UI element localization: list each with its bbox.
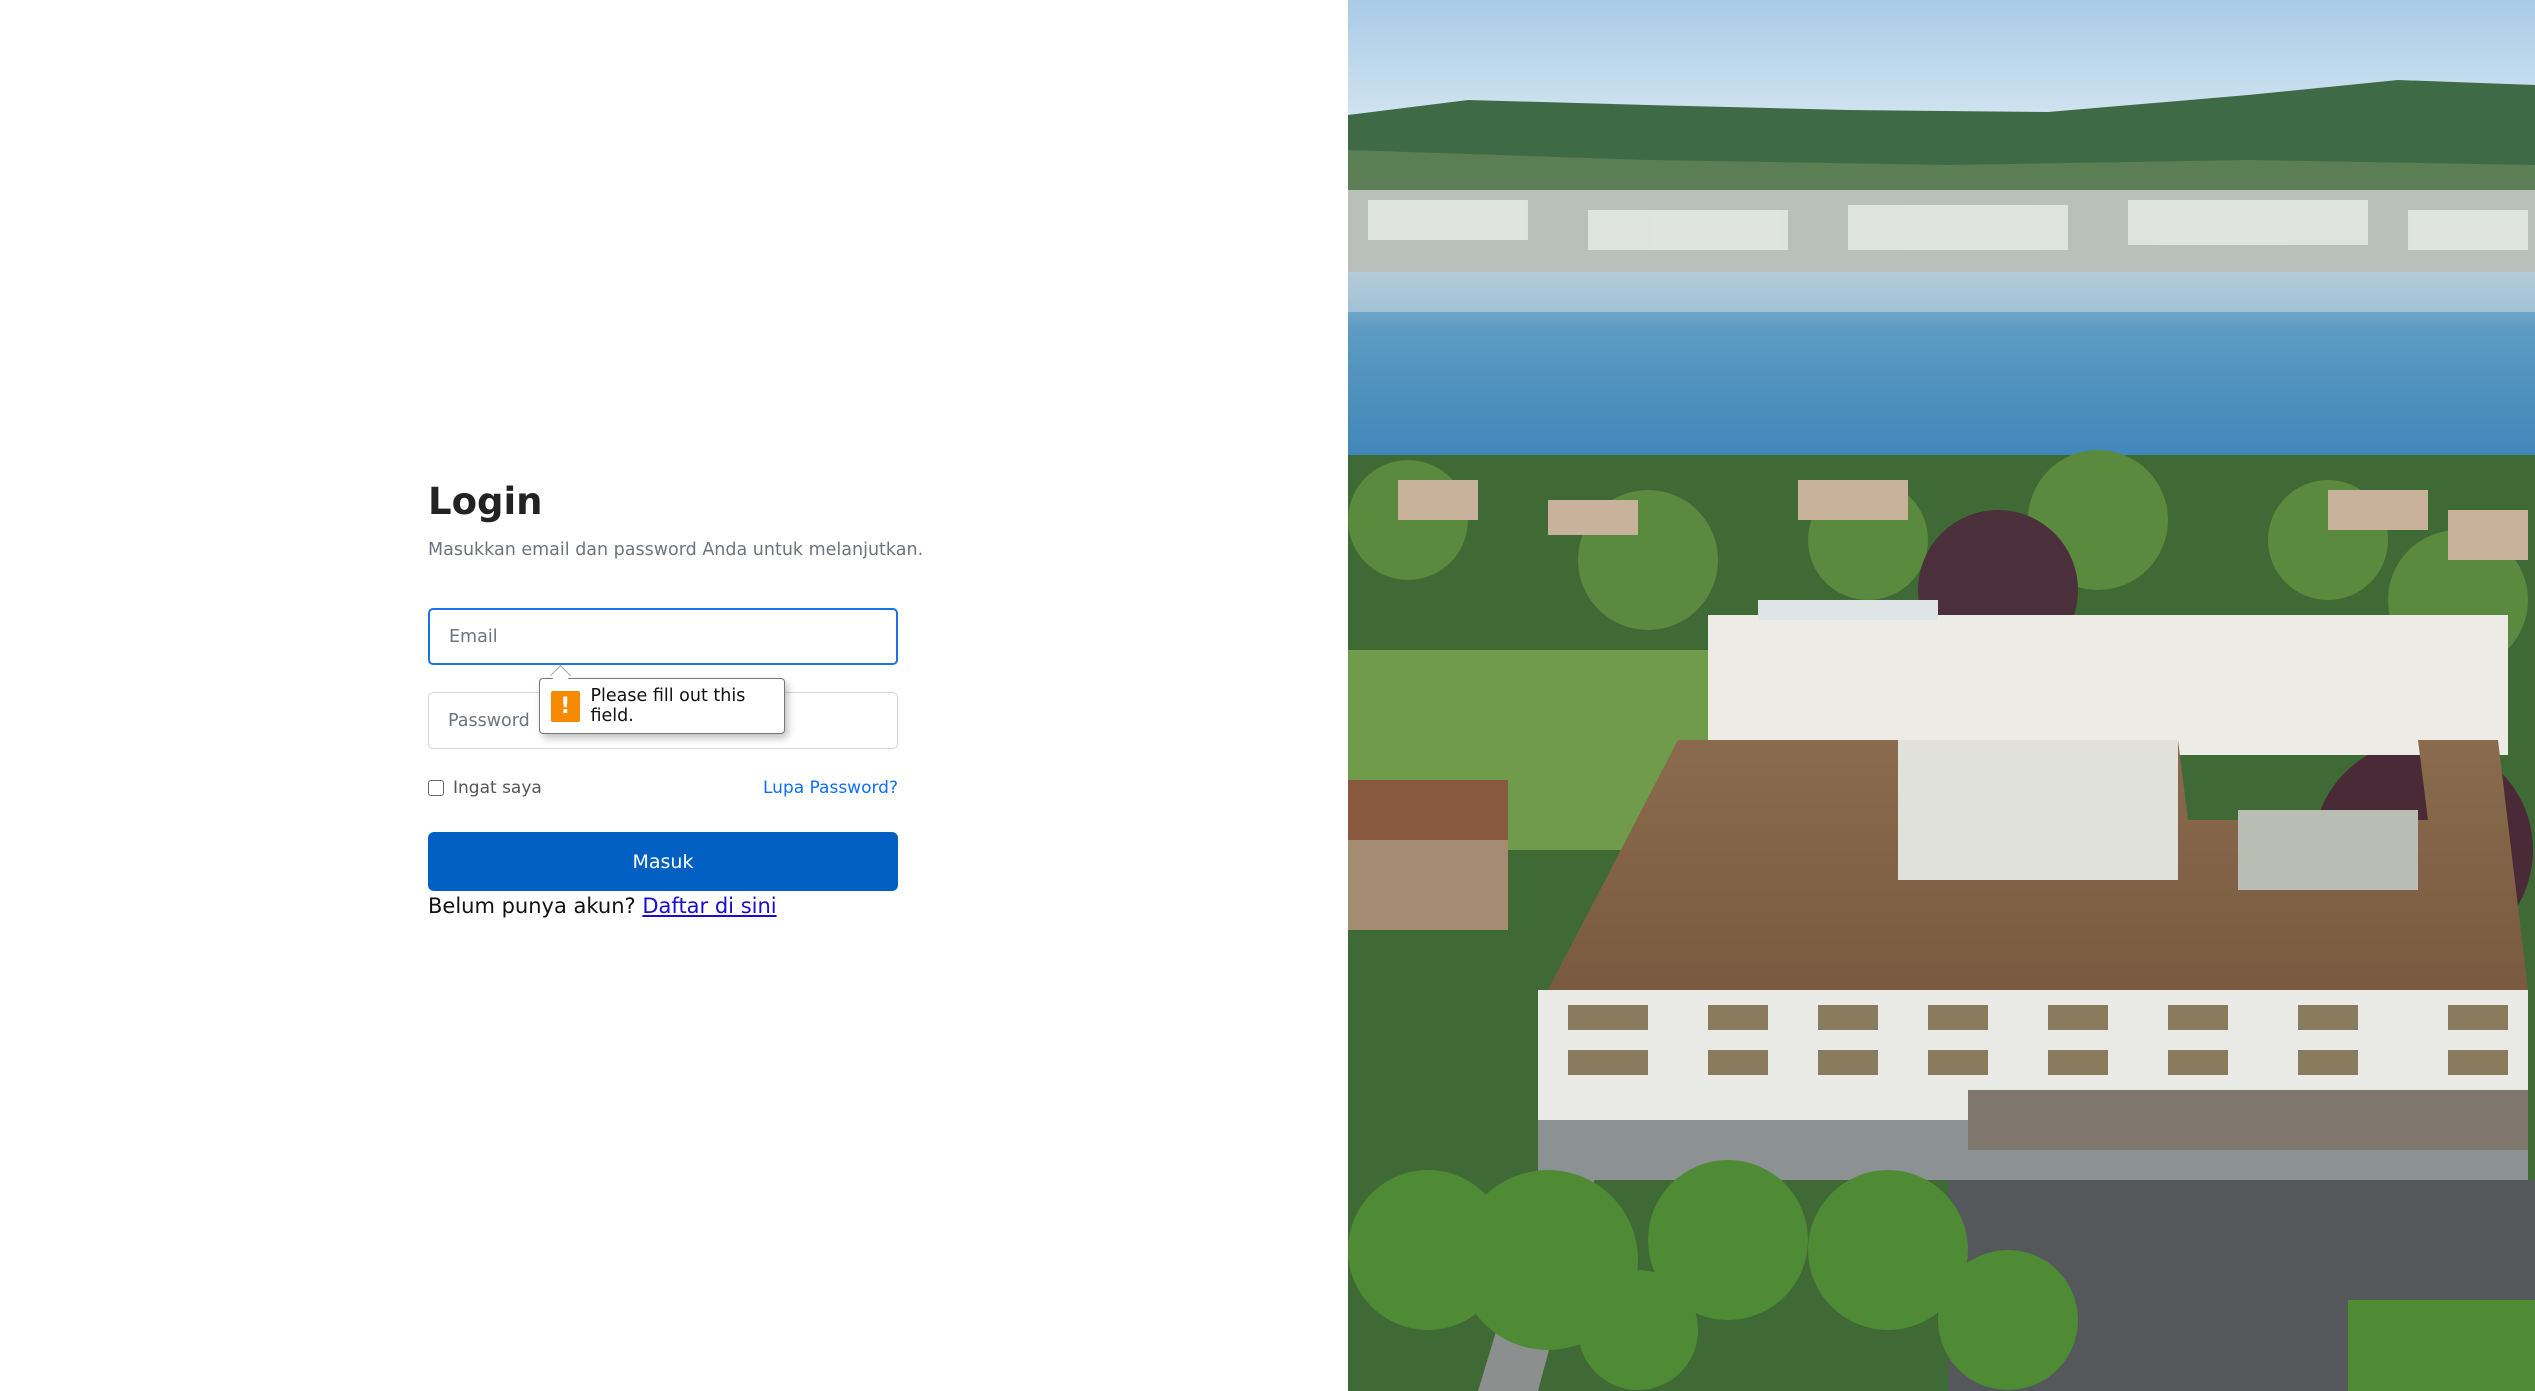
- page-subtitle: Masukkan email dan password Anda untuk m…: [428, 540, 924, 560]
- validation-tooltip: ! Please fill out this field.: [539, 678, 785, 734]
- login-panel: Login Masukkan email dan password Anda u…: [0, 0, 1348, 1391]
- page-title: Login: [428, 480, 543, 523]
- email-input[interactable]: Email: [428, 608, 898, 665]
- register-prompt: Belum punya akun? Daftar di sini: [428, 894, 777, 918]
- warning-icon: !: [551, 690, 580, 722]
- remember-label: Ingat saya: [453, 778, 542, 798]
- validation-message: Please fill out this field.: [590, 686, 746, 726]
- register-link[interactable]: Daftar di sini: [642, 894, 776, 918]
- landscape-photo: [1348, 0, 2535, 1391]
- remember-me[interactable]: Ingat saya: [428, 778, 542, 798]
- remember-checkbox[interactable]: [428, 780, 444, 796]
- email-placeholder: Email: [449, 626, 498, 647]
- password-placeholder: Password: [448, 710, 530, 731]
- login-button[interactable]: Masuk: [428, 832, 898, 891]
- forgot-password-link[interactable]: Lupa Password?: [763, 778, 898, 798]
- register-prompt-text: Belum punya akun?: [428, 894, 636, 918]
- options-row: Ingat saya Lupa Password?: [428, 776, 898, 800]
- hero-image: [1348, 0, 2535, 1391]
